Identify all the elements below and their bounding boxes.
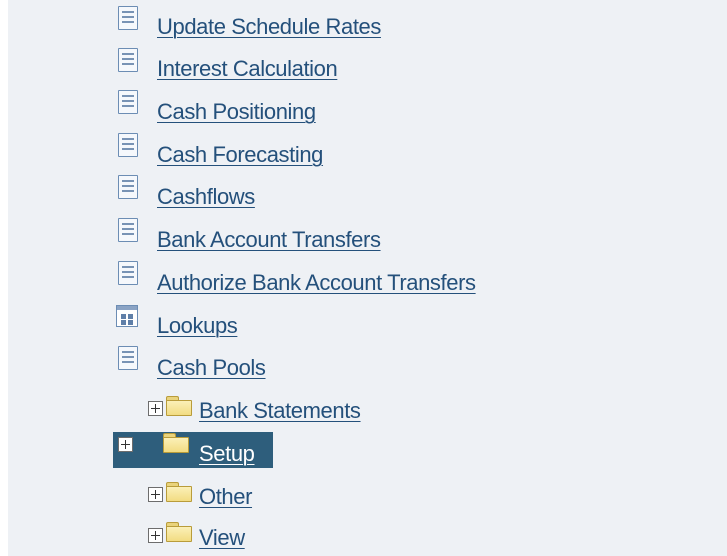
tree-item-label[interactable]: Authorize Bank Account Transfers <box>157 270 476 296</box>
plus-icon[interactable] <box>148 401 163 416</box>
tree-folder-label[interactable]: Setup <box>199 441 255 467</box>
tree-item-label[interactable]: Bank Account Transfers <box>157 227 381 253</box>
tree-item-label[interactable]: Cash Forecasting <box>157 142 323 168</box>
folder-icon <box>166 482 192 502</box>
folder-icon <box>166 396 192 416</box>
folder-icon <box>163 433 189 453</box>
document-icon <box>118 218 138 242</box>
document-icon <box>118 90 138 114</box>
tree-item-label[interactable]: Cash Positioning <box>157 99 316 125</box>
tree-folder-label[interactable]: Other <box>199 484 252 510</box>
document-icon <box>118 261 138 285</box>
document-icon <box>118 48 138 72</box>
plus-icon[interactable] <box>148 528 163 543</box>
plus-icon[interactable] <box>118 437 133 452</box>
document-icon <box>118 133 138 157</box>
tree-item-label[interactable]: Interest Calculation <box>157 56 338 82</box>
lookup-icon <box>116 305 138 327</box>
document-icon <box>118 346 138 370</box>
tree-item-label[interactable]: Update Schedule Rates <box>157 14 381 40</box>
tree-item-label[interactable]: Cash Pools <box>157 355 266 381</box>
tree-folder-label[interactable]: View <box>199 525 245 551</box>
document-icon <box>118 175 138 199</box>
folder-icon <box>166 522 192 542</box>
document-icon <box>118 6 138 30</box>
tree-folder-label[interactable]: Bank Statements <box>199 398 361 424</box>
tree-item-label[interactable]: Cashflows <box>157 184 255 210</box>
plus-icon[interactable] <box>148 487 163 502</box>
tree-item-label[interactable]: Lookups <box>157 313 238 339</box>
